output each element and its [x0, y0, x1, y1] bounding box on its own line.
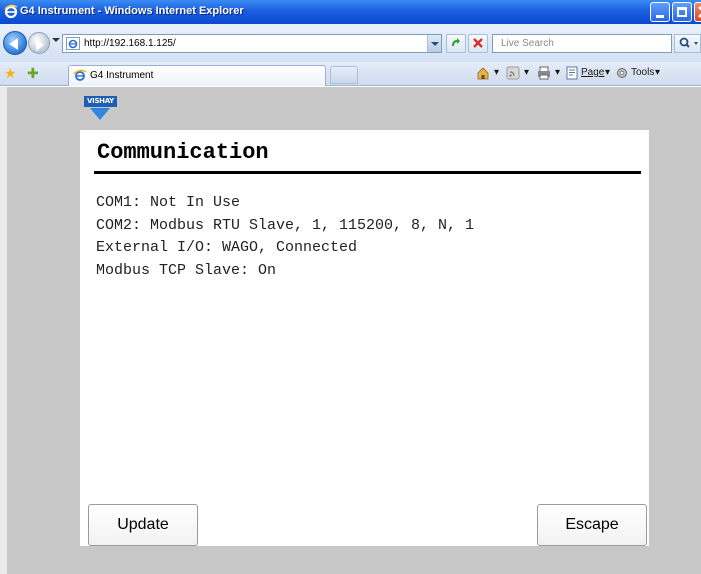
back-arrow-icon: [9, 38, 18, 50]
stop-button[interactable]: [468, 34, 488, 53]
minimize-icon: [656, 15, 664, 18]
window-titlebar: G4 Instrument - Windows Internet Explore…: [0, 0, 701, 24]
status-line-modbus-tcp: Modbus TCP Slave: On: [96, 261, 277, 279]
search-button[interactable]: [674, 34, 701, 53]
page-content: VISHAY Communication COM1: Not In Use CO…: [0, 87, 701, 574]
close-icon: [698, 6, 701, 18]
address-toolbar: http://192.168.1.125/ Live Search: [0, 24, 701, 62]
search-icon: [679, 37, 698, 48]
update-button[interactable]: Update: [88, 504, 198, 546]
new-tab-button[interactable]: [330, 66, 358, 84]
page-ie-icon: [66, 37, 80, 50]
print-dropdown-icon[interactable]: ▾: [555, 67, 560, 78]
tools-menu[interactable]: Tools: [631, 67, 654, 78]
feeds-icon[interactable]: [506, 66, 520, 80]
tab-ie-icon: [73, 69, 87, 81]
internet-explorer-icon: [4, 4, 18, 19]
recent-pages-dropdown[interactable]: [52, 38, 60, 42]
refresh-icon: [452, 38, 460, 46]
home-dropdown-icon[interactable]: ▾: [494, 67, 499, 78]
stop-icon: [473, 38, 483, 48]
search-placeholder: Live Search: [501, 38, 554, 49]
maximize-icon: [677, 7, 687, 17]
minimize-button[interactable]: [650, 2, 670, 22]
page-menu-icon: [566, 66, 578, 80]
favorites-star-icon[interactable]: ★: [4, 66, 17, 80]
back-button[interactable]: [3, 31, 27, 55]
page-title: Communication: [97, 140, 269, 165]
vishay-logo-triangle: [90, 108, 110, 120]
vishay-logo-text: VISHAY: [84, 96, 117, 107]
escape-button[interactable]: Escape: [537, 504, 647, 546]
status-line-com2: COM2: Modbus RTU Slave, 1, 115200, 8, N,…: [96, 216, 475, 234]
tab-label: G4 Instrument: [90, 70, 154, 81]
tools-dropdown-icon[interactable]: ▾: [655, 67, 660, 78]
address-field[interactable]: http://192.168.1.125/: [62, 34, 442, 53]
refresh-button[interactable]: [446, 34, 466, 53]
forward-arrow-icon: [36, 39, 44, 51]
close-window-button[interactable]: [694, 2, 701, 22]
status-line-com1: COM1: Not In Use: [96, 194, 241, 211]
maximize-button[interactable]: [672, 2, 692, 22]
address-url: http://192.168.1.125/: [84, 38, 176, 49]
browser-tab[interactable]: G4 Instrument: [68, 65, 326, 86]
tools-gear-icon: [617, 68, 627, 78]
feeds-dropdown-icon[interactable]: ▾: [524, 67, 529, 78]
window-title: G4 Instrument - Windows Internet Explore…: [20, 5, 244, 17]
status-list: COM1: Not In Use COM2: Modbus RTU Slave,…: [96, 192, 474, 282]
tab-toolbar: ★ ✚ G4 Instrument ▾ ▾ ▾ Page ▾ Tools ▾: [0, 62, 701, 86]
add-favorites-icon[interactable]: ✚: [27, 66, 39, 80]
vishay-logo: VISHAY: [84, 96, 117, 126]
address-dropdown-button[interactable]: [427, 35, 441, 52]
print-icon[interactable]: [537, 66, 551, 80]
page-menu-dropdown-icon[interactable]: ▾: [605, 67, 610, 78]
page-menu[interactable]: Page: [581, 67, 604, 78]
forward-button[interactable]: [28, 32, 50, 54]
search-input[interactable]: Live Search: [492, 34, 672, 53]
title-divider: [94, 171, 641, 174]
home-icon[interactable]: [476, 66, 490, 80]
status-line-external-io: External I/O: WAGO, Connected: [96, 239, 358, 256]
communication-panel: Communication COM1: Not In Use COM2: Mod…: [80, 130, 649, 546]
